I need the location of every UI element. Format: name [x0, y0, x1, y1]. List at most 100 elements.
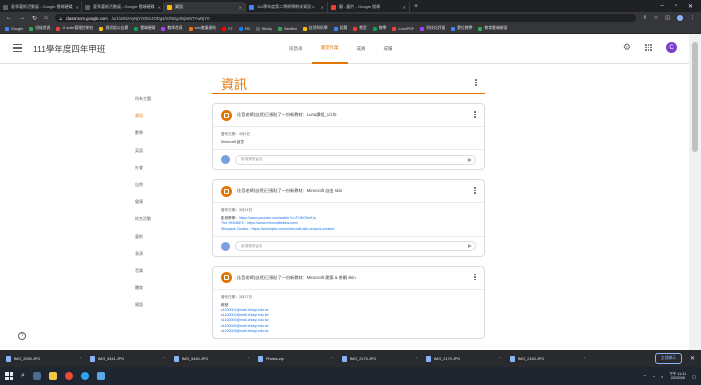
bookmark-item[interactable]: 自然與科學: [302, 26, 328, 31]
material-more-icon[interactable]: [474, 273, 476, 281]
topic-item[interactable]: 英語: [129, 144, 199, 158]
minimize-icon[interactable]: –: [660, 3, 663, 10]
maximize-icon[interactable]: ▫: [675, 3, 677, 10]
browser-tab[interactable]: 111學年度第二學期學期末資訊 x ✕: [246, 2, 328, 12]
send-icon[interactable]: [468, 157, 472, 162]
close-tab-icon[interactable]: ✕: [76, 5, 79, 10]
bookmark-item[interactable]: 教育雲端帳號: [478, 26, 507, 31]
clock[interactable]: 下午 11:41 2023/4/8: [669, 372, 686, 381]
notifications-icon[interactable]: ▢: [692, 374, 696, 379]
forward-icon[interactable]: →: [19, 15, 25, 21]
browser-tab[interactable]: 翻 - 圖片 - Google 搜尋 ✕: [328, 2, 410, 12]
tab-grades[interactable]: 成績: [375, 34, 402, 64]
browser-tab-active[interactable]: 資訊 ✕: [164, 2, 246, 12]
download-item[interactable]: Photos.zip ⌃: [258, 355, 342, 362]
bookmark-item[interactable]: 科技化評量: [420, 26, 445, 31]
scrollbar-thumb[interactable]: [692, 42, 698, 152]
download-options-icon[interactable]: ⌃: [163, 356, 166, 361]
back-icon[interactable]: ←: [6, 15, 12, 21]
topic-item[interactable]: 健康: [129, 195, 199, 209]
material-link[interactable]: s1100005@mail.chiayi.edu.tw: [221, 329, 269, 333]
extensions-icon[interactable]: ◫: [665, 15, 670, 21]
bookmark-item[interactable]: 試題: [333, 26, 347, 31]
material-card[interactable]: 佳音老師(自然)已張貼了一份新教材：Luna課程_1/1年 發布日期：4月4日 …: [212, 103, 485, 171]
browser-tab[interactable]: 夏季藝術活動展 - Google 雲端硬碟 ✕: [0, 2, 82, 12]
edge-icon[interactable]: [80, 372, 89, 380]
topic-item[interactable]: 數學: [129, 126, 199, 140]
download-options-icon[interactable]: ⌃: [79, 356, 82, 361]
address-bar[interactable]: 🔒︎ classroom.google.com/u/1/w/NzAyNjYzOD…: [54, 14, 636, 22]
apps-grid-icon[interactable]: [645, 44, 652, 51]
material-card[interactable]: 佳音老師(自然)已張貼了一份新教材：Minecraft 自由 skin 發布日期…: [212, 179, 485, 257]
topic-item[interactable]: 綜合活動: [129, 212, 199, 226]
download-options-icon[interactable]: ⌃: [499, 356, 502, 361]
material-header[interactable]: 佳音老師(自然)已張貼了一份新教材：Luna課程_1/1年: [213, 104, 484, 126]
bookmark-item[interactable]: 數位教學: [451, 26, 472, 31]
bookmark-item[interactable]: G suite管理控制台: [56, 26, 93, 31]
bookmark-item[interactable]: 教師首頁: [161, 26, 183, 31]
help-icon[interactable]: ?: [18, 332, 26, 340]
bookmark-item[interactable]: FB: [238, 26, 250, 31]
topic-item[interactable]: 音樂: [129, 264, 199, 278]
browser-menu-icon[interactable]: ⋮: [690, 15, 695, 21]
search-icon[interactable]: ⌕: [21, 372, 25, 380]
gear-icon[interactable]: ⚙: [623, 43, 631, 52]
reload-icon[interactable]: ↻: [32, 15, 37, 22]
topic-item[interactable]: 表演: [129, 247, 199, 261]
close-tab-icon[interactable]: ✕: [239, 5, 242, 10]
topic-item[interactable]: 自然: [129, 178, 199, 192]
download-options-icon[interactable]: ⌃: [415, 356, 418, 361]
bookmark-item[interactable]: 班級首頁: [29, 26, 50, 31]
class-comment-input[interactable]: 新增課堂留言: [235, 241, 476, 252]
material-link[interactable]: s1100004@mail.chiayi.edu.tw: [221, 324, 269, 328]
close-tab-icon[interactable]: ✕: [158, 5, 161, 10]
download-options-icon[interactable]: ⌃: [583, 356, 586, 361]
class-comment-input[interactable]: 新增課堂留言: [235, 154, 476, 165]
close-window-icon[interactable]: ✕: [688, 3, 693, 10]
download-item[interactable]: IMG_2175.JPG ⌃: [426, 355, 510, 362]
bookmark-item[interactable]: 資訊組公告欄: [99, 26, 128, 31]
tab-people[interactable]: 成員: [348, 34, 375, 64]
home-icon[interactable]: ⌂: [44, 15, 48, 21]
material-header[interactable]: 佳音老師(自然)已張貼了一份新教材：Minecraft 建築 & 參觀 skin: [213, 267, 484, 289]
close-tab-icon[interactable]: ✕: [403, 5, 406, 10]
bookmark-item[interactable]: LovePDF: [392, 26, 414, 31]
network-icon[interactable]: ◔: [652, 374, 654, 379]
bookmark-star-icon[interactable]: ☆: [654, 15, 658, 21]
download-options-icon[interactable]: ⌃: [331, 356, 334, 361]
browser-tab[interactable]: 夏季藝術活動展 - Google 雲端硬碟 ✕: [82, 2, 164, 12]
close-shelf-icon[interactable]: ✕: [690, 355, 695, 362]
material-more-icon[interactable]: [474, 187, 476, 194]
bookmark-item[interactable]: 教室: [353, 26, 367, 31]
download-item[interactable]: IMG_5441.JPG ⌃: [90, 355, 174, 362]
section-more-icon[interactable]: [475, 79, 477, 86]
main-menu-icon[interactable]: [13, 44, 22, 52]
material-more-icon[interactable]: [474, 111, 476, 118]
material-card[interactable]: 佳音老師(自然)已張貼了一份新教材：Minecraft 建築 & 參觀 skin…: [212, 265, 485, 340]
task-view-icon[interactable]: [32, 372, 41, 380]
bookmark-item[interactable]: 雲端硬碟: [134, 26, 155, 31]
windows-start-icon[interactable]: [5, 372, 13, 380]
download-item[interactable]: IMG_2176.JPG ⌃: [342, 355, 426, 362]
topic-item[interactable]: 體育: [129, 281, 199, 295]
tray-chevron-icon[interactable]: ⌃: [643, 374, 646, 379]
topic-item[interactable]: 所有主題: [129, 92, 199, 106]
bookmark-item[interactable]: Windy: [255, 26, 272, 31]
download-options-icon[interactable]: ⌃: [247, 356, 250, 361]
material-link[interactable]: s1100001@mail.chiayi.edu.tw: [221, 308, 269, 312]
class-title[interactable]: 111學年度四年甲班: [33, 43, 105, 55]
topic-item[interactable]: 資訊: [129, 109, 199, 123]
page-scrollbar[interactable]: [689, 34, 701, 350]
topic-item[interactable]: 國語: [129, 298, 199, 312]
app-icon[interactable]: [96, 372, 105, 380]
profile-avatar[interactable]: [677, 15, 683, 21]
tab-stream[interactable]: 訊息串: [280, 34, 312, 64]
show-all-downloads-button[interactable]: 全部顯示: [654, 353, 682, 364]
send-icon[interactable]: [468, 244, 472, 249]
new-tab-button[interactable]: +: [410, 3, 422, 10]
material-link[interactable]: s1100002@mail.chiayi.edu.tw: [221, 313, 269, 317]
material-link[interactable]: The SKINDEX : https://www.minecraftskins…: [221, 221, 298, 225]
download-item[interactable]: IMG_2535.JPG ⌃: [6, 355, 90, 362]
material-link[interactable]: Skinpack Creator : https://skinmyke.com/…: [221, 227, 335, 231]
bookmark-item[interactable]: sdu會議連結: [188, 26, 216, 31]
